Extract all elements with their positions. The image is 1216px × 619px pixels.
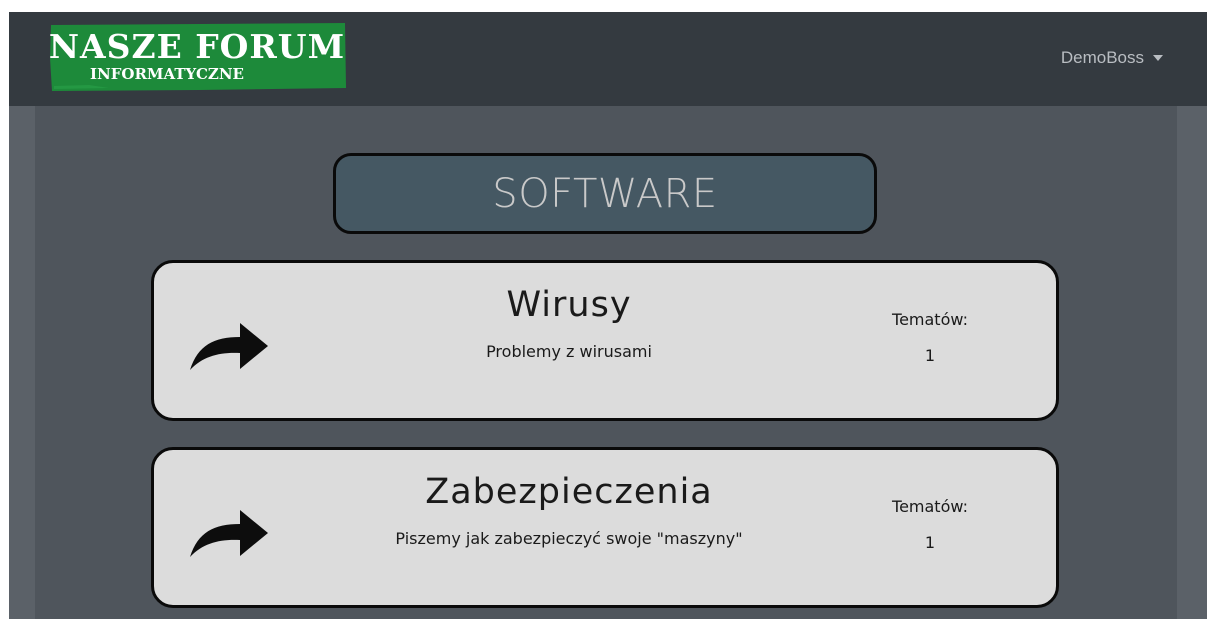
caret-down-icon — [1153, 55, 1163, 61]
user-dropdown[interactable]: DemoBoss — [1061, 45, 1163, 71]
main-content: SOFTWARE Wirusy Problemy z wirusami Tema… — [35, 106, 1177, 619]
forum-logo[interactable]: NASZE FORUM INFORMATYCZNE — [49, 22, 347, 92]
forum-card-wirusy[interactable]: Wirusy Problemy z wirusami Tematów: 1 — [151, 260, 1059, 421]
forum-description: Piszemy jak zabezpieczyć swoje "maszyny" — [395, 529, 743, 548]
forum-title[interactable]: Zabezpieczenia — [344, 472, 794, 512]
logo-text-sub: INFORMATYCZNE — [90, 65, 244, 83]
forum-card-zabezpieczenia[interactable]: Zabezpieczenia Piszemy jak zabezpieczyć … — [151, 447, 1059, 608]
share-arrow-icon — [190, 323, 268, 370]
share-arrow-icon — [190, 510, 268, 557]
topics-label: Tematów: — [892, 310, 968, 329]
topics-count: 1 — [924, 533, 936, 552]
category-title: SOFTWARE — [333, 153, 877, 234]
topics-label: Tematów: — [892, 497, 968, 516]
forum-description: Problemy z wirusami — [486, 342, 652, 361]
topics-count: 1 — [924, 346, 936, 365]
top-navbar: NASZE FORUM INFORMATYCZNE DemoBoss — [9, 12, 1207, 106]
forum-title[interactable]: Wirusy — [344, 285, 794, 325]
page-viewport: NASZE FORUM INFORMATYCZNE DemoBoss SOFTW… — [9, 12, 1207, 619]
username-label: DemoBoss — [1060, 48, 1144, 67]
logo-text-main: NASZE FORUM — [49, 27, 345, 66]
